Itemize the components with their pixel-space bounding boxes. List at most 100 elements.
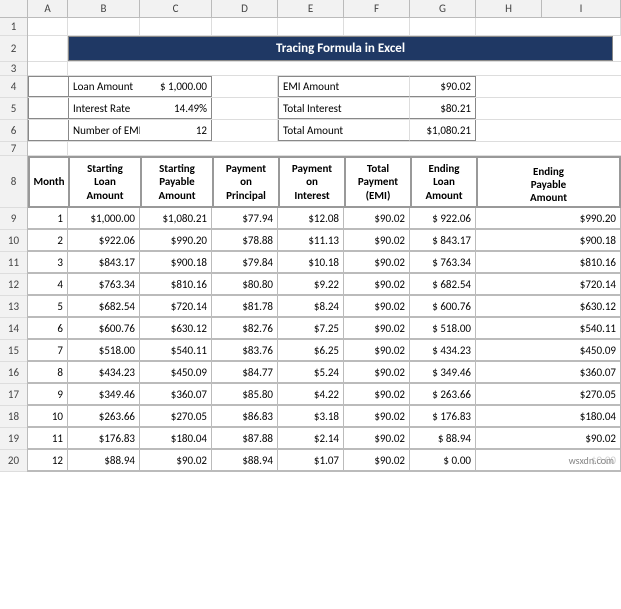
col-header-d: D [212, 0, 278, 17]
cell-r15-c2: $540.11 [140, 340, 212, 361]
row-num-20: 20 [0, 450, 27, 472]
row-5: Interest Rate 14.49% Total Interest $80.… [28, 98, 621, 120]
col-header-e: E [278, 0, 344, 17]
row-num-7: 7 [0, 142, 27, 156]
cell-r12-c5: $90.02 [344, 274, 410, 295]
cell-r13-c7: $630.12 [476, 296, 621, 317]
spreadsheet-title: Tracing Formula in Excel [276, 41, 405, 56]
row-3 [28, 62, 621, 76]
cell-h1 [476, 18, 621, 35]
cell-r18-c2: $270.05 [140, 406, 212, 427]
cell-r19-c4: $2.14 [278, 428, 344, 449]
cell-r20-c3: $88.94 [212, 450, 278, 471]
cell-i5 [476, 98, 621, 119]
cell-f1 [344, 18, 410, 35]
cell-r10-c4: $11.13 [278, 230, 344, 251]
cell-r17-c2: $360.07 [140, 384, 212, 405]
th-payment-principal: PaymentonPrincipal [213, 157, 279, 207]
cell-r17-c3: $85.80 [212, 384, 278, 405]
cell-a5 [28, 98, 68, 119]
cell-r15-c4: $6.25 [278, 340, 344, 361]
th-starting-loan: StartingLoanAmount [69, 157, 141, 207]
cell-r14-c2: $630.12 [140, 318, 212, 339]
cell-r9-c0: 1 [28, 208, 68, 229]
row-4: Loan Amount $ 1,000.00 EMI Amount $90.02 [28, 76, 621, 98]
cell-r15-c5: $90.02 [344, 340, 410, 361]
value-loan-amount: $ 1,000.00 [140, 76, 212, 97]
cell-r11-c2: $900.18 [140, 252, 212, 273]
cell-r17-c4: $4.22 [278, 384, 344, 405]
label-total-payable: Total Amount Payable [278, 120, 344, 141]
th-payment-interest: PaymentonInterest [279, 157, 345, 207]
cell-r10-c6: $ 843.17 [410, 230, 476, 251]
cell-r10-c0: 2 [28, 230, 68, 251]
cell-r11-c7: $810.16 [476, 252, 621, 273]
data-row-9: 9$349.46$360.07$85.80$4.22$90.02$ 263.66… [28, 384, 621, 406]
label-emi: EMI Amount [278, 76, 344, 97]
cell-r19-c6: $ 88.94 [410, 428, 476, 449]
cell-d6-empty [212, 120, 278, 141]
cell-f6 [344, 120, 410, 141]
row-1 [28, 18, 621, 36]
cell-r10-c2: $990.20 [140, 230, 212, 251]
cell-r18-c6: $ 176.83 [410, 406, 476, 427]
cell-r19-c2: $180.04 [140, 428, 212, 449]
th-ending-payable: EndingPayableAmount [477, 157, 620, 207]
cell-r9-c6: $ 922.06 [410, 208, 476, 229]
cell-r18-c4: $3.18 [278, 406, 344, 427]
data-row-12: 12$88.94$90.02$88.94$1.07$90.02$ 0.00$0.… [28, 450, 621, 472]
cell-i6 [476, 120, 621, 141]
cell-d4-empty [212, 76, 278, 97]
cell-r11-c0: 3 [28, 252, 68, 273]
data-rows: 1$1,000.00$1,080.21$77.94$12.08$90.02$ 9… [28, 208, 621, 472]
cell-r20-c2: $90.02 [140, 450, 212, 471]
row-num-13: 13 [0, 296, 27, 318]
data-row-5: 5$682.54$720.14$81.78$8.24$90.02$ 600.76… [28, 296, 621, 318]
data-row-3: 3$843.17$900.18$79.84$10.18$90.02$ 763.3… [28, 252, 621, 274]
cell-r19-c3: $87.88 [212, 428, 278, 449]
cell-r12-c6: $ 682.54 [410, 274, 476, 295]
cell-r11-c3: $79.84 [212, 252, 278, 273]
cell-g1 [410, 18, 476, 35]
row-num-11: 11 [0, 252, 27, 274]
cell-c1 [140, 18, 212, 35]
th-total-payment: TotalPayment(EMI) [345, 157, 411, 207]
watermark: wsxdn.com [566, 453, 617, 468]
data-row-4: 4$763.34$810.16$80.80$9.22$90.02$ 682.54… [28, 274, 621, 296]
cell-r15-c7: $450.09 [476, 340, 621, 361]
cell-r13-c5: $90.02 [344, 296, 410, 317]
cell-r20-c4: $1.07 [278, 450, 344, 471]
col-header-row: A B C D E F G H I [0, 0, 621, 18]
cell-r13-c2: $720.14 [140, 296, 212, 317]
cell-r9-c3: $77.94 [212, 208, 278, 229]
value-total-interest: $80.21 [410, 98, 476, 119]
row-6: Number of EMIs 12 Total Amount Payable $… [28, 120, 621, 142]
cell-r14-c5: $90.02 [344, 318, 410, 339]
th-ending-loan: EndingLoanAmount [411, 157, 477, 207]
cell-r16-c2: $450.09 [140, 362, 212, 383]
data-row-10: 10$263.66$270.05$86.83$3.18$90.02$ 176.8… [28, 406, 621, 428]
cell-r13-c6: $ 600.76 [410, 296, 476, 317]
cell-r16-c7: $360.07 [476, 362, 621, 383]
cell-r9-c5: $90.02 [344, 208, 410, 229]
cell-a4 [28, 76, 68, 97]
cell-r14-c7: $540.11 [476, 318, 621, 339]
cell-a2 [28, 36, 68, 61]
cell-r16-c1: $434.23 [68, 362, 140, 383]
value-emi: $90.02 [410, 76, 476, 97]
cell-r19-c5: $90.02 [344, 428, 410, 449]
cell-r19-c1: $176.83 [68, 428, 140, 449]
label-total-interest: Total Interest [278, 98, 344, 119]
value-total-payable: $1,080.21 [410, 120, 476, 141]
cell-r16-c5: $90.02 [344, 362, 410, 383]
cell-f4 [344, 76, 410, 97]
col-header-h: H [476, 0, 542, 17]
cell-r14-c6: $ 518.00 [410, 318, 476, 339]
row-num-6: 6 [0, 120, 27, 142]
row-num-5: 5 [0, 98, 27, 120]
data-row-2: 2$922.06$990.20$78.88$11.13$90.02$ 843.1… [28, 230, 621, 252]
cell-r12-c7: $720.14 [476, 274, 621, 295]
cell-r20-c0: 12 [28, 450, 68, 471]
cell-r15-c3: $83.76 [212, 340, 278, 361]
cell-r13-c3: $81.78 [212, 296, 278, 317]
